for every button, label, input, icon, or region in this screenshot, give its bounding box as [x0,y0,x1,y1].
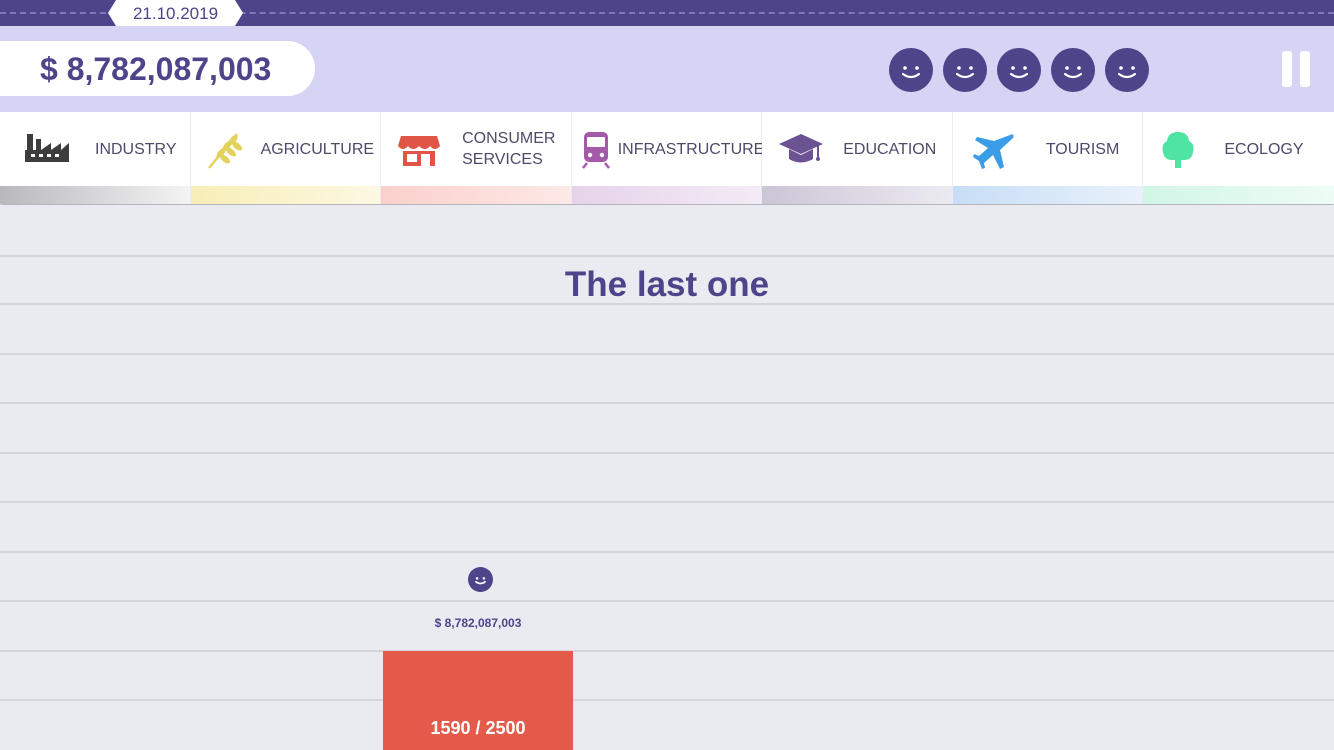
train-icon [581,132,610,169]
tab-label: ECOLOGY [1224,140,1304,158]
happiness-smiley-icon [889,48,933,92]
tab-ecology[interactable]: ECOLOGY [1143,112,1334,204]
top-strip: 21.10.2019 [0,0,1334,26]
grid-line [0,353,1334,355]
tab-infrastructure[interactable]: INFRASTRUCTURE [571,112,765,204]
grid-line [0,452,1334,454]
consumer-services-building[interactable]: 1590 / 2500 [383,651,573,750]
happiness-smiley-icon [943,48,987,92]
graduation-cap-icon [779,134,824,163]
category-color-bar [381,186,571,204]
tab-consumer-services[interactable]: CONSUMER SERVICES [381,112,572,204]
tab-education[interactable]: EDUCATION [762,112,953,204]
grid-line [0,402,1334,404]
category-color-bar [762,186,952,204]
header-bar: $ 8,782,087,003 [0,26,1334,112]
tab-label: TOURISM [1045,140,1120,158]
category-color-bar [1143,186,1334,204]
grid-line [0,699,1334,701]
factory-icon [25,134,69,162]
grid-line [0,600,1334,602]
game-area: The last one $ 8,782,087,003 1590 / 2500 [0,205,1334,750]
happiness-smiley-icon [1105,48,1149,92]
building-progress-label: 1590 / 2500 [430,718,526,738]
happiness-smiley-icon [997,48,1041,92]
category-color-bar [952,186,1143,204]
airplane-icon [972,134,1014,169]
grid-line [0,551,1334,553]
wheat-icon [207,133,242,169]
pause-icon [1282,51,1292,87]
category-tabs: INDUSTRY AGRICULTURE CONSUMER SERVICES I… [0,112,1334,204]
pause-button[interactable] [1282,51,1310,87]
tab-tourism[interactable]: TOURISM [952,112,1144,204]
tab-industry[interactable]: INDUSTRY [0,112,191,204]
building-money-label: $ 8,782,087,003 [434,616,522,630]
tab-label: AGRICULTURE [260,140,375,158]
category-color-bar [571,186,762,204]
date-label: 21.10.2019 [108,0,243,26]
tab-label: EDUCATION [843,140,937,158]
level-title: The last one [564,265,770,304]
tab-label: INFRASTRUCTURE [617,140,765,158]
building-smiley-icon [468,567,493,592]
grid-line [0,255,1334,257]
tab-label: INDUSTRY [95,140,177,158]
tab-label: CONSUMER SERVICES [462,130,556,168]
money-counter: $ 8,782,087,003 [0,41,315,96]
category-color-bar [190,186,381,204]
pause-icon [1300,51,1310,87]
happiness-smiley-icon [1051,48,1095,92]
store-icon [398,136,441,166]
grid-line [0,650,1334,652]
tree-icon [1162,132,1194,168]
category-color-bar [0,186,190,204]
grid-line [0,501,1334,503]
tab-agriculture[interactable]: AGRICULTURE [190,112,382,204]
